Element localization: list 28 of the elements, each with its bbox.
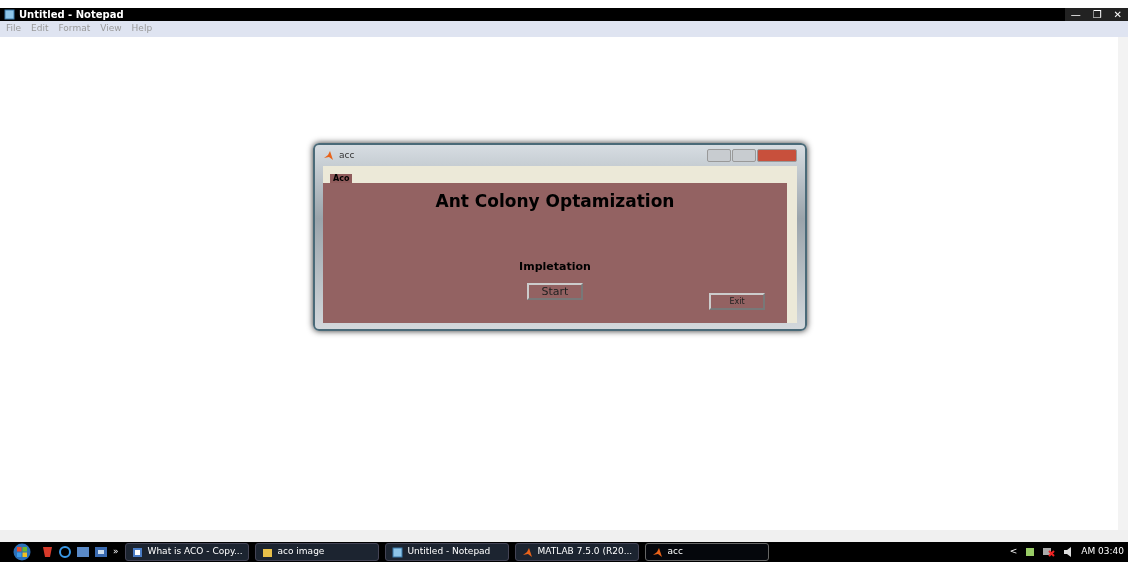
tray-toggle-button[interactable]: < (1009, 545, 1018, 559)
matlab-icon (651, 546, 663, 558)
label: Impletation (519, 258, 591, 275)
window-control-button[interactable]: — (1064, 8, 1087, 21)
window-control-button[interactable]: ❐ (1086, 8, 1108, 21)
speaker-icon[interactable] (1063, 547, 1074, 557)
taskbar-button[interactable]: acc (644, 543, 769, 561)
window-switch-icon[interactable] (95, 547, 107, 557)
scrollbar[interactable] (1118, 37, 1128, 530)
dialog-title: acc (339, 148, 355, 162)
document-icon (131, 546, 143, 558)
scrollbar[interactable] (0, 530, 1128, 542)
more-button[interactable]: » (113, 545, 119, 559)
notepad-icon (391, 546, 403, 558)
folder-icon (261, 546, 273, 558)
panel-tab[interactable]: Aco (330, 174, 353, 183)
network-icon[interactable] (1025, 547, 1036, 557)
notepad-icon (4, 9, 15, 20)
network-error-icon[interactable] (1043, 547, 1056, 557)
clock[interactable]: AM 03:40 (1081, 545, 1124, 559)
taskbar-button[interactable]: What is ACO - Copy... (124, 543, 249, 561)
matlab-icon (323, 150, 334, 161)
taskbar-button[interactable]: Untitled - Notepad (384, 543, 509, 561)
matlab-icon (521, 546, 533, 558)
taskbar-button[interactable]: MATLAB 7.5.0 (R20... (514, 543, 639, 561)
taskbar-button[interactable]: aco image (254, 543, 379, 561)
heading: Ant Colony Optamization (435, 190, 675, 213)
window-title: Untitled - Notepad (19, 8, 124, 22)
